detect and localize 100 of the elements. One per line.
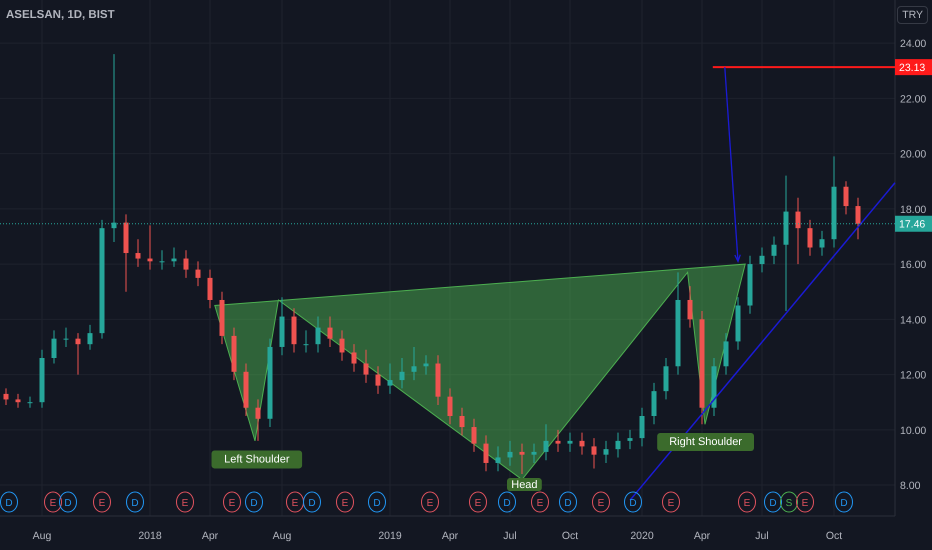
candlestick xyxy=(544,424,548,461)
event-marker[interactable]: D xyxy=(559,492,577,512)
candlestick xyxy=(16,393,20,408)
candlestick xyxy=(772,236,776,265)
candlestick xyxy=(184,250,188,278)
candlestick xyxy=(712,358,716,416)
chart-title: ASELSAN, 1D, BIST xyxy=(6,9,115,21)
axis-label: 10.00 xyxy=(900,424,926,437)
currency-button[interactable]: TRY xyxy=(897,6,928,24)
event-marker[interactable]: D xyxy=(624,492,642,512)
event-marker[interactable]: E xyxy=(592,492,610,512)
candlestick xyxy=(448,388,452,425)
axis-label: 2018 xyxy=(138,530,162,542)
event-marker[interactable]: E xyxy=(531,492,549,512)
event-marker[interactable]: D xyxy=(498,492,516,512)
candlestick xyxy=(376,366,380,394)
event-marker[interactable]: D xyxy=(59,492,77,512)
candlestick xyxy=(604,440,608,464)
candlestick xyxy=(28,396,32,408)
axis-label: 12.00 xyxy=(900,370,926,382)
candlestick xyxy=(316,316,320,353)
candlestick xyxy=(256,398,260,442)
candlestick xyxy=(640,407,644,447)
axis-label: Aug xyxy=(32,530,52,542)
candlestick xyxy=(388,363,392,394)
axis-label: Jul xyxy=(503,530,517,542)
event-marker[interactable]: E xyxy=(336,492,354,512)
axis-label: Oct xyxy=(826,530,842,542)
candlestick xyxy=(652,382,656,425)
axis-label: Apr xyxy=(202,530,218,542)
axis-label: 14.00 xyxy=(900,314,926,326)
candlestick xyxy=(520,443,524,475)
event-marker[interactable]: E xyxy=(176,492,194,512)
candlestick xyxy=(736,296,740,350)
price-label: 23.13 xyxy=(895,59,932,76)
event-marker[interactable]: D xyxy=(303,492,321,512)
axis-label: 2020 xyxy=(630,530,654,542)
axis-label: Apr xyxy=(694,530,710,542)
candlestick xyxy=(292,308,296,353)
axis-label: 20.00 xyxy=(900,148,926,161)
candlestick xyxy=(280,296,284,356)
candlestick xyxy=(820,230,824,256)
event-marker[interactable]: D xyxy=(245,492,263,512)
event-marker[interactable]: E xyxy=(662,492,680,512)
candlestick xyxy=(364,349,368,384)
event-marker[interactable]: D xyxy=(368,492,386,512)
candlestick xyxy=(436,354,440,406)
axis-label: Oct xyxy=(562,530,578,542)
event-marker[interactable]: E xyxy=(796,492,814,512)
candlestick xyxy=(64,327,68,348)
axis-label: Apr xyxy=(442,530,458,542)
candlestick xyxy=(172,247,176,268)
candlestick xyxy=(40,349,44,408)
event-marker[interactable]: D xyxy=(764,492,782,512)
ref-line-label: 17.46 xyxy=(899,218,926,231)
event-marker[interactable]: E xyxy=(469,492,487,512)
candlestick xyxy=(220,291,224,345)
event-marker[interactable]: D xyxy=(835,492,853,512)
price-label: 17.46 xyxy=(895,216,932,232)
axis-label: Aug xyxy=(272,530,292,542)
event-marker[interactable]: D xyxy=(126,492,144,512)
candlestick xyxy=(52,330,56,364)
candlestick xyxy=(304,330,308,353)
event-marker[interactable]: E xyxy=(93,492,111,512)
axis-label: 24.00 xyxy=(900,38,926,50)
annotation: Head xyxy=(511,479,538,492)
candlestick xyxy=(796,197,800,265)
candlestick xyxy=(328,316,332,348)
candlestick xyxy=(208,269,212,309)
event-marker[interactable]: D xyxy=(0,492,18,512)
event-marker[interactable]: E xyxy=(286,492,304,512)
event-marker[interactable]: E xyxy=(421,492,439,512)
candlestick xyxy=(400,358,404,389)
candlestick xyxy=(856,197,860,240)
candlestick xyxy=(196,260,200,287)
candlestick xyxy=(352,344,356,372)
event-marker[interactable]: S xyxy=(780,492,798,512)
annotation: Left Shoulder xyxy=(224,453,290,466)
candlestick xyxy=(472,418,476,452)
event-marker[interactable]: E xyxy=(223,492,241,512)
candlestick xyxy=(136,238,140,268)
candlestick xyxy=(532,443,536,464)
axis-label: 22.00 xyxy=(900,93,926,106)
candlestick xyxy=(568,432,572,452)
axis-label: 16.00 xyxy=(900,259,926,272)
event-marker[interactable]: E xyxy=(738,492,756,512)
candlestick xyxy=(844,180,848,215)
candlestick xyxy=(4,388,8,406)
axis-label: Jul xyxy=(755,530,769,542)
candlestick xyxy=(496,446,500,472)
pattern-label: Left Shoulder xyxy=(212,450,302,468)
event-marker[interactable]: E xyxy=(44,492,62,512)
candlestick xyxy=(580,432,584,456)
candlestick xyxy=(88,324,92,350)
annotation: Right Shoulder xyxy=(669,436,742,448)
candlestick xyxy=(592,438,596,469)
pattern-label: Right Shoulder xyxy=(657,433,754,452)
candlestick xyxy=(412,346,416,381)
candlestick xyxy=(616,432,620,458)
pattern-label: Head xyxy=(507,478,542,492)
